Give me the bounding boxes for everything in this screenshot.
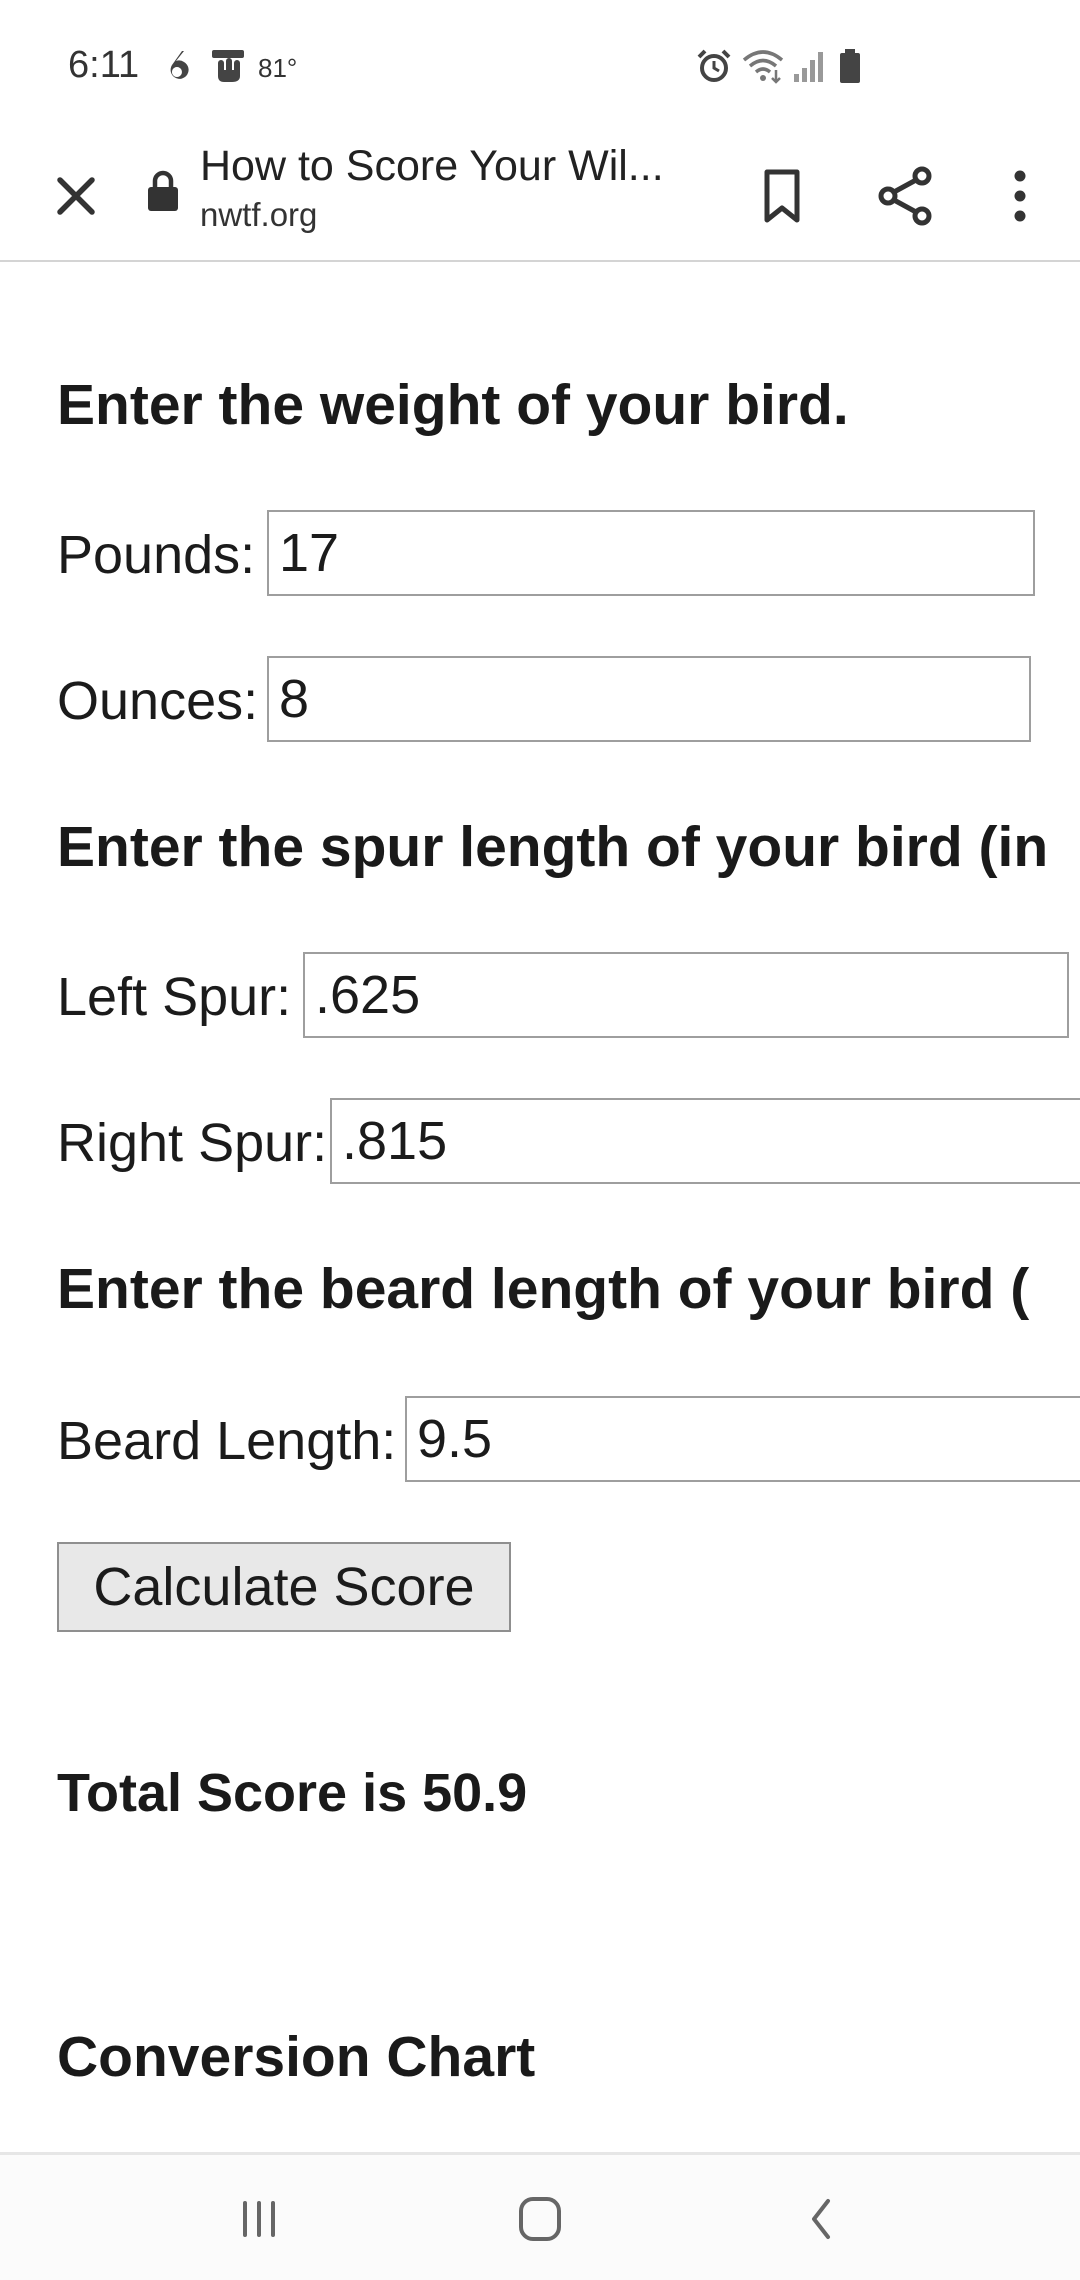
notification-6-icon xyxy=(170,51,189,79)
bookmark-icon[interactable] xyxy=(742,156,822,236)
right-spur-label: Right Spur: xyxy=(57,1113,328,1173)
beard-heading: Enter the beard length of your bird ( xyxy=(57,1257,1030,1321)
alarm-icon xyxy=(697,49,731,82)
status-bar: 6:11 81° xyxy=(0,0,1080,132)
right-spur-input[interactable] xyxy=(330,1098,1080,1184)
share-icon[interactable] xyxy=(866,156,946,236)
beard-length-label: Beard Length: xyxy=(57,1411,397,1471)
page-title[interactable]: How to Score Your Wil... xyxy=(200,142,664,191)
battery-icon xyxy=(840,49,860,83)
calculate-score-button[interactable]: Calculate Score xyxy=(57,1542,511,1632)
recent-apps-icon[interactable] xyxy=(224,2189,294,2249)
status-time: 6:11 xyxy=(68,44,140,86)
page-content: Enter the weight of your bird. Pounds: O… xyxy=(0,262,1080,2152)
pounds-input[interactable] xyxy=(267,510,1035,596)
pounds-label: Pounds: xyxy=(57,525,256,585)
page-domain[interactable]: nwtf.org xyxy=(200,196,317,234)
signal-icon xyxy=(794,52,823,82)
left-spur-input[interactable] xyxy=(303,952,1069,1038)
ounces-input[interactable] xyxy=(267,656,1031,742)
lock-icon xyxy=(148,170,178,211)
hand-icon xyxy=(212,50,244,82)
wifi-icon xyxy=(742,50,784,84)
navigation-bar xyxy=(0,2152,1080,2280)
weight-heading: Enter the weight of your bird. xyxy=(57,373,849,437)
total-score-result: Total Score is 50.9 xyxy=(57,1763,528,1823)
more-vert-icon[interactable] xyxy=(980,156,1060,236)
screen: 6:11 81° How to Score Your Wil... nwtf.o… xyxy=(0,0,1080,2280)
back-icon[interactable] xyxy=(786,2189,856,2249)
spur-heading: Enter the spur length of your bird (in xyxy=(57,815,1049,879)
ounces-label: Ounces: xyxy=(57,671,259,731)
close-icon[interactable] xyxy=(40,160,112,232)
beard-length-input[interactable] xyxy=(405,1396,1080,1482)
conversion-chart-heading: Conversion Chart xyxy=(57,2025,536,2089)
left-spur-label: Left Spur: xyxy=(57,967,292,1027)
home-icon[interactable] xyxy=(505,2189,575,2249)
browser-toolbar: How to Score Your Wil... nwtf.org xyxy=(0,132,1080,262)
status-temperature: 81° xyxy=(258,53,298,83)
